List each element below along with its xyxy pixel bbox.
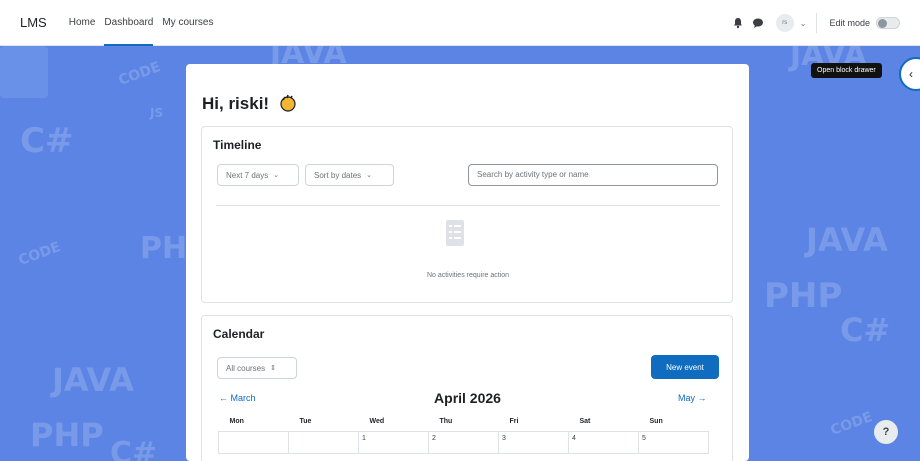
updown-icon: ⇕ [270,365,276,372]
chevron-down-icon: ⌄ [366,172,373,179]
timeline-sort-dropdown[interactable]: Sort by dates ⌄ [305,164,394,186]
timeline-title: Timeline [213,138,262,152]
timeline-filter-dropdown[interactable]: Next 7 days ⌄ [217,164,299,186]
bg-text: JAVA [806,221,888,259]
bg-text: JS [150,106,164,120]
weekday-header: Sat [579,418,591,426]
course-filter-select[interactable]: All courses ⇕ [217,357,297,379]
calendar-day[interactable]: 5 [638,430,709,454]
chevron-down-icon: ⌄ [273,172,280,179]
weekday-header: Thu [439,418,453,426]
nav-dashboard[interactable]: Dashboard [104,0,153,46]
bg-text: CODE [828,409,875,439]
chat-bubble-icon[interactable] [752,17,764,29]
calendar-title: Calendar [213,327,265,341]
weekday-header: Fri [509,418,519,426]
bg-text: C# [840,311,891,349]
weekday-header: Mon [229,418,244,426]
edit-mode-toggle[interactable] [876,17,900,29]
edit-mode-label: Edit mode [829,18,870,28]
calendar-grid: Mon Tue Wed Thu Fri Sat Sun 1 2 3 4 5 [218,413,709,454]
next-month-label: May [678,393,696,403]
next-month-link[interactable]: May → [678,393,707,403]
weekday-header: Tue [299,418,312,426]
weekday-header: Wed [369,418,385,426]
calendar-day[interactable]: 4 [568,430,639,454]
current-month: April 2026 [434,390,501,406]
chevron-left-icon: ‹ [909,67,913,81]
nav-home[interactable]: Home [69,0,96,46]
bg-text: JAVA [52,361,134,399]
new-event-button[interactable]: New event [651,355,719,379]
help-button[interactable]: ? [874,420,898,444]
chevron-down-icon[interactable]: ⌄ [800,19,807,28]
dashboard-main: Hi, riski! Timeline Next 7 days ⌄ Sort b… [186,64,749,461]
bell-icon[interactable] [732,17,744,29]
empty-list-icon [446,220,464,246]
top-navbar: LMS Home Dashboard My courses rs ⌄ Edit … [0,0,920,46]
bg-text: C# [20,121,74,161]
site-brand[interactable]: LMS [20,15,47,30]
bg-text: CODE [116,59,163,89]
course-filter-label: All courses [226,363,266,373]
avatar[interactable]: rs [775,14,794,32]
sort-label: Sort by dates [314,170,362,180]
bg-text: PHP [30,416,104,454]
filter-label: Next 7 days [226,170,269,180]
weekday-header: Sun [649,418,663,426]
page-title: Hi, riski! [202,94,298,114]
nav-my-courses[interactable]: My courses [162,0,213,46]
calendar-day[interactable]: 2 [428,430,499,454]
drawer-tooltip: Open block drawer [811,63,882,78]
navbar-user-area: rs ⌄ Edit mode [732,0,900,46]
arrow-right-icon: → [697,393,707,403]
timeline-block: Timeline Next 7 days ⌄ Sort by dates ⌄ S… [201,126,733,303]
bg-text: C# [110,436,158,461]
divider [216,205,720,206]
divider [816,13,818,33]
bg-text: PHP [150,241,153,242]
bg-text: PHP [764,276,843,316]
bg-text: CODE [16,239,63,269]
timeline-search-input[interactable]: Search by activity type or name [468,164,718,186]
greeting-text: Hi, riski! [202,94,270,113]
calendar-day[interactable] [288,430,359,454]
calendar-day[interactable]: 1 [358,430,429,454]
calendar-day[interactable]: 3 [498,430,569,454]
timeline-empty-message: No activities require action [426,272,510,279]
calendar-day[interactable] [218,430,289,454]
waving-hand-icon [280,94,296,112]
